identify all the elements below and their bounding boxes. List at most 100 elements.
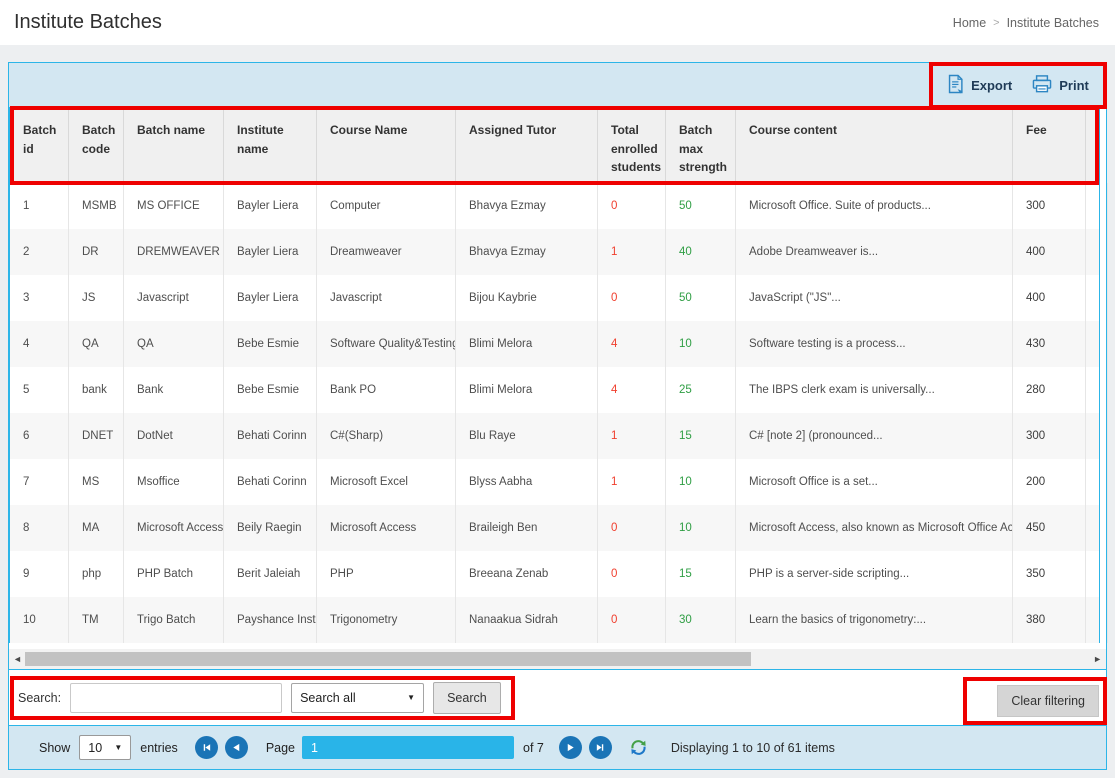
cell-batch-name: Msoffice	[124, 459, 224, 505]
column-header-batch-id: Batch id	[10, 108, 69, 183]
cell-batch-name: PHP Batch	[124, 551, 224, 597]
page-number-input[interactable]	[302, 736, 514, 759]
cell-assigned-tutor: Nanaakua Sidrah	[456, 597, 598, 643]
cell-batch-name: Bank	[124, 367, 224, 413]
page-size-select[interactable]: 10 ▼	[79, 735, 131, 760]
table-row: 10 TM Trigo Batch Payshance Inst Trigono…	[10, 597, 1099, 643]
cell-course-content: Learn the basics of trigonometry:...	[736, 597, 1013, 643]
cell-batch-id: 3	[10, 275, 69, 321]
cell-assigned-tutor: Blyss Aabha	[456, 459, 598, 505]
refresh-button[interactable]	[629, 738, 648, 757]
page-size-value: 10	[88, 741, 102, 755]
page-count-label: of 7	[523, 741, 544, 755]
annotation-clear-filtering: Clear filtering	[963, 677, 1107, 725]
cell-course-name: Microsoft Excel	[317, 459, 456, 505]
skip-to-first-icon	[201, 742, 212, 753]
cell-max-strength: 30	[666, 597, 736, 643]
cell-fee: 300	[1013, 413, 1086, 459]
cell-total-enrolled: 0	[598, 597, 666, 643]
cell-max-strength: 10	[666, 505, 736, 551]
cell-institute-name: Behati Corinn	[224, 413, 317, 459]
first-page-button[interactable]	[195, 736, 218, 759]
column-header-assigned-tutor: Assigned Tutor	[456, 108, 598, 183]
export-button[interactable]: Export	[947, 74, 1012, 97]
cell-assigned-tutor: Blu Raye	[456, 413, 598, 459]
scrollbar-thumb[interactable]	[25, 652, 751, 666]
cell-filler	[1086, 413, 1108, 459]
cell-fee: 200	[1013, 459, 1086, 505]
search-bar: Search: Search all ▼ Search Clear filter…	[9, 669, 1106, 725]
breadcrumb-home[interactable]: Home	[953, 16, 986, 30]
last-page-button[interactable]	[589, 736, 612, 759]
title-bar: Institute Batches Home > Institute Batch…	[0, 0, 1115, 45]
cell-batch-name: Microsoft Access	[124, 505, 224, 551]
cell-institute-name: Bebe Esmie	[224, 367, 317, 413]
export-label: Export	[971, 78, 1012, 93]
table-body: 1 MSMB MS OFFICE Bayler Liera Computer B…	[10, 183, 1099, 643]
cell-fee: 400	[1013, 275, 1086, 321]
cell-filler	[1086, 367, 1108, 413]
breadcrumb-current: Institute Batches	[1007, 16, 1099, 30]
cell-course-content: Software testing is a process...	[736, 321, 1013, 367]
cell-course-name: Software Quality&Testing	[317, 321, 456, 367]
print-button[interactable]: Print	[1032, 75, 1089, 96]
cell-course-content: Microsoft Office. Suite of products...	[736, 183, 1013, 229]
displaying-status: Displaying 1 to 10 of 61 items	[671, 741, 835, 755]
cell-course-name: PHP	[317, 551, 456, 597]
table-row: 9 php PHP Batch Berit Jaleiah PHP Breean…	[10, 551, 1099, 597]
cell-fee: 400	[1013, 229, 1086, 275]
cell-course-content: Microsoft Office is a set...	[736, 459, 1013, 505]
search-label: Search:	[18, 691, 61, 705]
cell-max-strength: 15	[666, 413, 736, 459]
cell-batch-id: 7	[10, 459, 69, 505]
search-filter-select[interactable]: Search all ▼	[291, 683, 424, 713]
cell-filler	[1086, 505, 1108, 551]
cell-batch-id: 1	[10, 183, 69, 229]
cell-institute-name: Bayler Liera	[224, 183, 317, 229]
cell-total-enrolled: 1	[598, 459, 666, 505]
cell-batch-name: QA	[124, 321, 224, 367]
cell-assigned-tutor: Blimi Melora	[456, 321, 598, 367]
cell-assigned-tutor: Breeana Zenab	[456, 551, 598, 597]
cell-assigned-tutor: Blimi Melora	[456, 367, 598, 413]
cell-course-content: The IBPS clerk exam is universally...	[736, 367, 1013, 413]
next-page-button[interactable]	[559, 736, 582, 759]
cell-batch-code: DNET	[69, 413, 124, 459]
cell-course-content: PHP is a server-side scripting...	[736, 551, 1013, 597]
batches-panel: Export Print	[8, 62, 1107, 770]
column-header-max-strength: Batch max strength	[666, 108, 736, 183]
cell-batch-name: Javascript	[124, 275, 224, 321]
cell-batch-code: QA	[69, 321, 124, 367]
pagination-nav-right	[559, 736, 612, 759]
cell-course-name: Microsoft Access	[317, 505, 456, 551]
cell-max-strength: 50	[666, 183, 736, 229]
breadcrumb: Home > Institute Batches	[953, 16, 1099, 30]
cell-institute-name: Behati Corinn	[224, 459, 317, 505]
cell-total-enrolled: 1	[598, 229, 666, 275]
previous-icon	[231, 742, 242, 753]
cell-batch-code: MSMB	[69, 183, 124, 229]
clear-filtering-button[interactable]: Clear filtering	[997, 685, 1099, 717]
cell-fee: 350	[1013, 551, 1086, 597]
column-header-fee: Fee	[1013, 108, 1086, 183]
cell-assigned-tutor: Braileigh Ben	[456, 505, 598, 551]
cell-fee: 280	[1013, 367, 1086, 413]
cell-max-strength: 25	[666, 367, 736, 413]
breadcrumb-separator: >	[993, 17, 999, 29]
search-input[interactable]	[70, 683, 282, 713]
column-header-batch-name: Batch name	[124, 108, 224, 183]
cell-fee: 380	[1013, 597, 1086, 643]
table-row: 3 JS Javascript Bayler Liera Javascript …	[10, 275, 1099, 321]
annotation-search: Search: Search all ▼ Search	[10, 676, 515, 720]
cell-course-content: C# [note 2] (pronounced...	[736, 413, 1013, 459]
cell-batch-name: Trigo Batch	[124, 597, 224, 643]
cell-batch-code: MS	[69, 459, 124, 505]
scroll-left-icon[interactable]: ◄	[13, 654, 22, 664]
cell-filler	[1086, 229, 1108, 275]
cell-batch-code: JS	[69, 275, 124, 321]
previous-page-button[interactable]	[225, 736, 248, 759]
cell-filler	[1086, 321, 1108, 367]
horizontal-scrollbar[interactable]: ◄ ►	[9, 649, 1106, 669]
scroll-right-icon[interactable]: ►	[1093, 654, 1102, 664]
search-button[interactable]: Search	[433, 682, 501, 714]
